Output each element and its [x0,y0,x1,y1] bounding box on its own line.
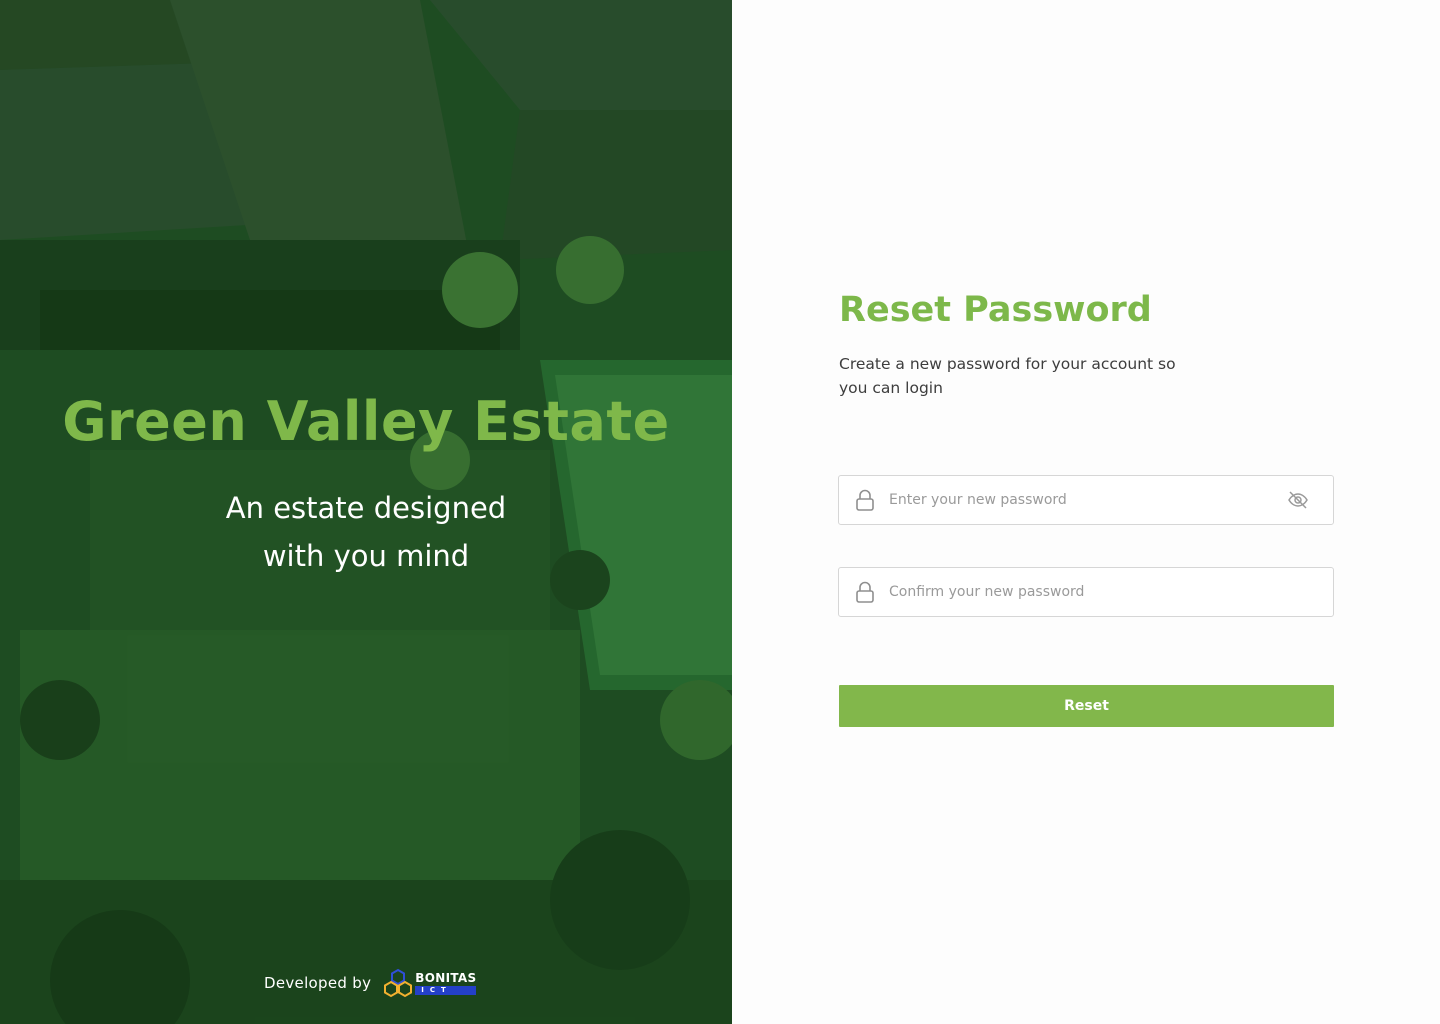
brand-logo[interactable]: BONITAS ICT [383,968,477,998]
lock-icon [856,489,874,511]
new-password-input[interactable] [889,476,1287,524]
brand-sub: ICT [415,985,477,995]
tagline-line-1: An estate designed [225,491,507,525]
credits-label: Developed by [264,974,372,992]
confirm-password-input[interactable] [889,568,1333,616]
hero-panel: Green Valley Estate An estate designed w… [0,0,732,1024]
tagline-line-2: with you mind [262,539,470,573]
confirm-password-field[interactable] [838,567,1334,617]
reset-form-panel: Reset Password Create a new password for… [732,0,1440,1024]
page-title: Reset Password [839,290,1152,330]
brand-name: BONITAS [415,970,477,985]
hexagon-logo-icon [384,968,413,998]
lock-icon [856,581,874,603]
eye-off-icon[interactable] [1287,489,1309,511]
reset-button[interactable]: Reset [839,685,1334,727]
new-password-field[interactable] [838,475,1334,525]
developer-credits: Developed by BONITAS ICT [264,966,477,1000]
brand-wordmark: BONITAS ICT [415,970,477,995]
estate-tagline: An estate designed with you mind [0,484,732,580]
estate-title: Green Valley Estate [62,390,670,453]
form-subtitle: Create a new password for your account s… [839,355,1176,397]
